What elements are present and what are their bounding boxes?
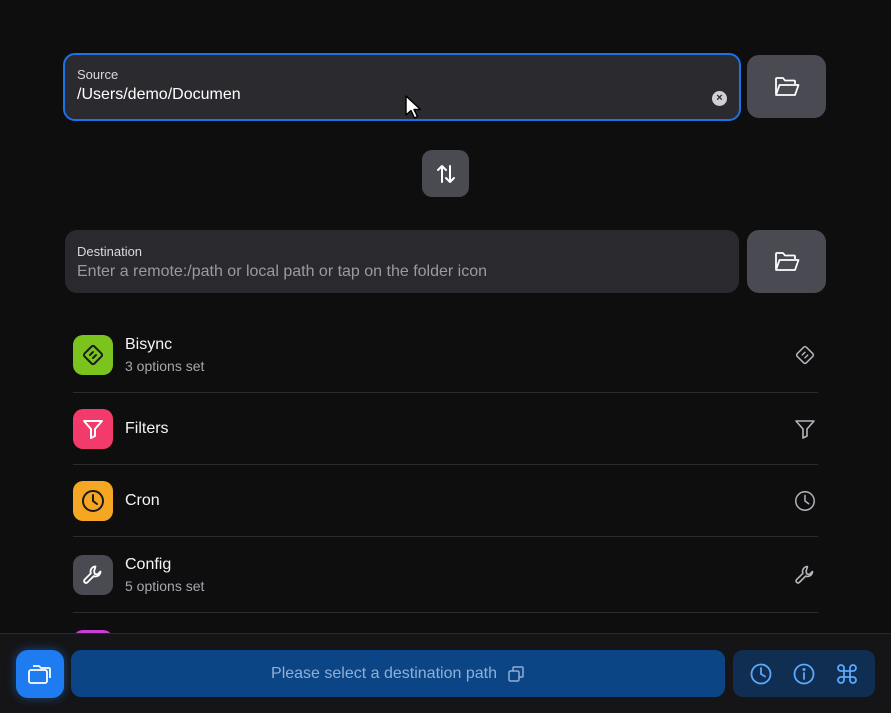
source-label: Source [77,67,119,82]
clock-icon-tile [73,480,113,521]
option-row-cron[interactable]: Cron [73,465,818,537]
source-folder-button[interactable] [747,55,826,118]
option-title: Cron [125,491,160,509]
bisync-icon-tile [73,335,113,375]
option-row-filters[interactable]: Filters [73,393,818,465]
bisync-icon [792,342,818,368]
history-button[interactable] [746,659,776,689]
info-icon [793,663,815,684]
command-icon [837,663,858,684]
option-row-bisync[interactable]: Bisync 3 options set [73,318,818,393]
wrench-icon-tile [73,554,113,595]
toolbar-group [733,650,875,697]
source-input[interactable] [77,86,729,104]
action-label: Please select a destination path [271,664,497,682]
swap-paths-button[interactable] [422,150,469,197]
info-button[interactable] [789,659,819,689]
start-sync-button[interactable]: Please select a destination path [71,650,725,697]
folder-open-icon [774,76,799,96]
mouse-cursor-icon [405,95,422,119]
shortcuts-button[interactable] [832,659,862,689]
tasks-button[interactable] [16,650,64,698]
filter-icon [83,419,103,439]
option-subtitle: 5 options set [125,577,205,594]
clear-source-button[interactable]: × [712,91,727,106]
swap-vertical-icon [436,164,455,183]
source-field[interactable]: Source × [63,53,741,121]
filter-icon-tile [73,408,113,449]
destination-field[interactable]: Destination [65,230,739,293]
option-title: Config [125,555,172,573]
clock-icon [82,489,104,512]
wrench-icon [83,565,102,584]
folder-open-icon [774,251,799,271]
options-list: Bisync 3 options set Filters Cron Config… [73,318,818,613]
destination-input[interactable] [77,263,727,281]
stacked-folders-icon [28,665,51,684]
clock-icon [792,488,818,514]
destination-label: Destination [77,244,143,259]
option-title: Bisync [125,336,173,353]
wrench-icon [792,562,818,588]
option-subtitle: 3 options set [125,358,205,374]
clock-icon [750,663,772,684]
copy-icon [508,665,524,682]
option-row-config[interactable]: Config 5 options set [73,537,818,613]
bisync-icon [82,344,104,366]
filter-icon [792,416,818,442]
destination-folder-button[interactable] [747,230,826,293]
option-title: Filters [125,419,169,437]
